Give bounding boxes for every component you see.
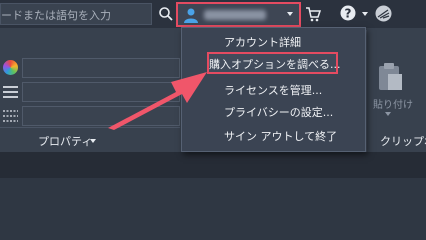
- paste-label[interactable]: 貼り付け: [373, 96, 413, 111]
- menu-item-sign-out[interactable]: サイン アウトして終了: [182, 124, 365, 146]
- menu-item-label: アカウント詳細: [224, 36, 301, 49]
- paste-chevron-icon[interactable]: [385, 112, 391, 116]
- divider: [0, 127, 180, 128]
- title-bar: ードまたは語句を入力 ?: [0, 0, 426, 28]
- menu-item-manage-licenses[interactable]: ライセンスを管理...: [182, 78, 365, 100]
- search-input[interactable]: ードまたは語句を入力: [0, 3, 152, 25]
- paste-icon[interactable]: [376, 62, 404, 92]
- color-wheel-icon[interactable]: [3, 60, 18, 75]
- lineweight-icon[interactable]: [3, 86, 18, 98]
- tab-strip: [0, 152, 426, 178]
- cart-icon[interactable]: [305, 6, 321, 22]
- user-icon: [184, 8, 198, 23]
- search-icon[interactable]: [158, 6, 174, 22]
- menu-item-account-details[interactable]: アカウント詳細: [182, 30, 365, 52]
- linetype-icon[interactable]: [3, 110, 18, 122]
- menu-item-privacy-settings[interactable]: プライバシーの設定...: [182, 100, 365, 122]
- property-field-1[interactable]: [22, 58, 180, 78]
- account-name-blurred: [204, 10, 266, 20]
- account-button[interactable]: [176, 2, 301, 27]
- property-field-2[interactable]: [22, 82, 180, 102]
- properties-panel-label[interactable]: プロパティ: [38, 133, 92, 149]
- autodesk-icon[interactable]: [375, 5, 392, 22]
- menu-item-label: 購入オプションを調べる...: [209, 58, 341, 71]
- menu-item-label: サイン アウトして終了: [224, 130, 338, 143]
- menu-item-label: ライセンスを管理...: [224, 84, 323, 97]
- search-placeholder: ードまたは語句を入力: [1, 9, 111, 22]
- menu-item-label: プライバシーの設定...: [224, 106, 334, 119]
- menu-item-purchase-options[interactable]: 購入オプションを調べる...: [207, 52, 341, 74]
- help-icon[interactable]: ?: [340, 5, 356, 21]
- account-menu: アカウント詳細 購入オプションを調べる... ライセンスを管理... プライバシ…: [181, 27, 366, 152]
- divider: [366, 30, 367, 152]
- property-field-3[interactable]: [22, 106, 180, 126]
- drawing-area[interactable]: [0, 152, 426, 240]
- help-chevron-down-icon[interactable]: [362, 12, 368, 16]
- svg-text:?: ?: [345, 7, 352, 21]
- chevron-down-icon: [287, 12, 293, 16]
- clipboard-panel-label: クリップボ: [380, 135, 426, 148]
- properties-chevron-icon[interactable]: [90, 139, 96, 143]
